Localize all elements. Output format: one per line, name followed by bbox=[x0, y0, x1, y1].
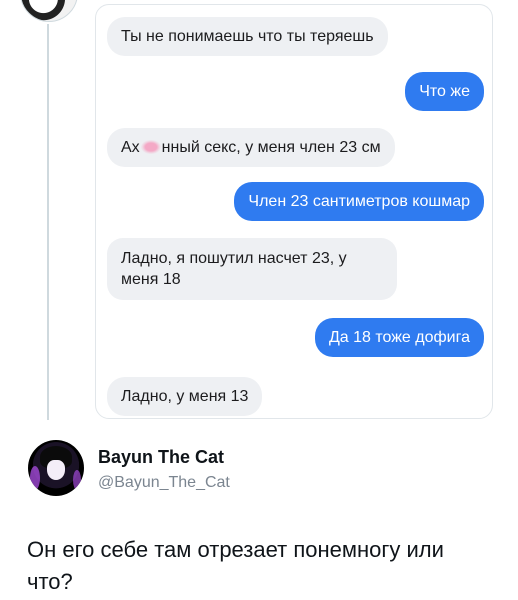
message-text-end: нный секс, у меня член 23 см bbox=[161, 139, 381, 156]
author-handle[interactable]: @Bayun_The_Cat bbox=[98, 474, 230, 492]
chat-message-outgoing: Член 23 сантиметров кошмар bbox=[234, 182, 484, 221]
chat-screenshot-card[interactable]: Ты не понимаешь что ты теряешь Что же Ах… bbox=[95, 4, 493, 419]
chat-message-incoming: Ах нный секс, у меня член 23 см bbox=[107, 128, 395, 167]
chat-message-incoming: Ты не понимаешь что ты теряешь bbox=[107, 17, 388, 56]
replied-user-avatar[interactable] bbox=[20, 0, 78, 22]
chat-message-outgoing: Что же bbox=[405, 72, 484, 111]
message-text-start: Ах bbox=[121, 139, 140, 156]
avatar-face bbox=[47, 460, 65, 480]
chat-message-incoming: Ладно, у меня 13 bbox=[107, 377, 263, 416]
censor-blur bbox=[140, 140, 161, 154]
chat-message-incoming: Ладно, я пошутил насчет 23, у меня 18 bbox=[107, 238, 397, 300]
post-text: Он его себе там отрезает понемногу или ч… bbox=[27, 537, 444, 594]
avatar-glow bbox=[30, 466, 40, 490]
author-avatar[interactable] bbox=[28, 440, 84, 496]
author-display-name[interactable]: Bayun The Cat bbox=[98, 447, 224, 468]
chat-message-outgoing: Да 18 тоже дофига bbox=[314, 318, 484, 357]
thread-line bbox=[47, 24, 49, 420]
avatar-glow bbox=[73, 470, 81, 490]
